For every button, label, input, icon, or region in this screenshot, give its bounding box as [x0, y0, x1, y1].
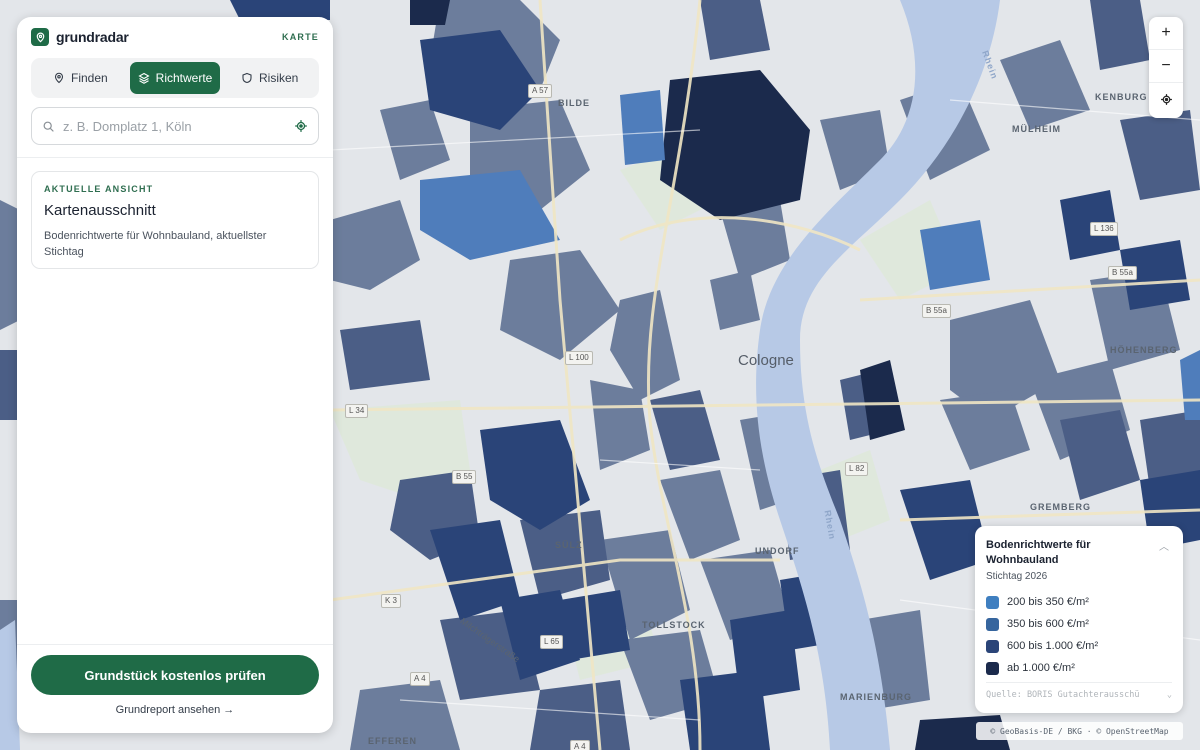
brand-name: grundradar	[56, 29, 129, 45]
legend-subtitle: Stichtag 2026	[986, 571, 1048, 582]
tab-richtwerte[interactable]: Richtwerte	[129, 62, 221, 94]
district-label: SÜLZ	[555, 540, 583, 550]
district-label: GREMBERG	[1030, 502, 1092, 512]
brand[interactable]: grundradar	[31, 28, 129, 46]
shield-icon	[242, 72, 252, 84]
road-badge: L 34	[345, 404, 369, 418]
tab-label: Richtwerte	[155, 71, 213, 85]
road-badge: L 82	[845, 462, 869, 476]
chevron-down-icon: ⌄	[1166, 690, 1172, 700]
minus-icon: −	[1161, 57, 1171, 74]
legend-item-label: 350 bis 600 €/m²	[1007, 618, 1089, 630]
locate-me-button[interactable]	[1149, 83, 1183, 116]
legend-panel: Bodenrichtwerte für Wohnbauland ︿ Sticht…	[975, 526, 1183, 713]
sidebar-panel: grundradar KARTE Finden Richtwerte Risik…	[17, 17, 333, 733]
district-label: MÜLHEIM	[1012, 124, 1061, 134]
legend-source-text: Quelle: BORIS Gutachterausschü	[986, 690, 1140, 700]
legend-swatch	[986, 617, 999, 631]
legend-swatch	[986, 595, 999, 609]
current-view-card[interactable]: AKTUELLE ANSICHT Kartenausschnitt Bodenr…	[31, 171, 319, 269]
view-report-link[interactable]: Grundreport ansehen →	[17, 704, 333, 716]
tab-finden[interactable]: Finden	[35, 62, 126, 94]
legend-swatch	[986, 661, 999, 675]
locate-icon[interactable]	[294, 119, 308, 133]
road-badge: L 136	[1090, 222, 1118, 236]
district-label: TOLLSTOCK	[642, 620, 706, 630]
legend-item: ab 1.000 €/m²	[986, 657, 1172, 679]
card-description: Bodenrichtwerte für Wohnbauland, aktuell…	[44, 230, 267, 258]
plus-icon: +	[1161, 24, 1171, 41]
road-badge: B 55a	[1108, 266, 1137, 280]
district-label: KENBURG	[1095, 92, 1148, 102]
layers-icon	[138, 72, 150, 84]
road-badge: A 4	[410, 672, 430, 686]
divider	[17, 644, 333, 645]
tab-label: Risiken	[259, 71, 299, 85]
road-badge: A 4	[570, 740, 590, 750]
legend-swatch	[986, 639, 999, 653]
road-badge: B 55	[452, 470, 477, 484]
district-label: MARIENBURG	[840, 692, 912, 702]
card-title: Kartenausschnitt	[44, 202, 156, 219]
crosshair-icon	[1160, 94, 1172, 105]
district-label: UNDORF	[755, 546, 800, 556]
search-icon	[43, 121, 54, 132]
road-badge: L 100	[565, 351, 593, 365]
road-badge: A 57	[528, 84, 553, 98]
road-badge: B 55a	[922, 304, 951, 318]
collapse-chevron-icon[interactable]: ︿	[1159, 538, 1169, 553]
search-input[interactable]	[63, 118, 286, 134]
zoom-out-button[interactable]: −	[1149, 50, 1183, 83]
legend-source[interactable]: Quelle: BORIS Gutachterausschü ⌄	[986, 682, 1172, 700]
zoom-in-button[interactable]: +	[1149, 17, 1183, 50]
brand-logo-icon	[31, 28, 49, 46]
district-label: HÖHENBERG	[1110, 345, 1178, 355]
card-eyebrow: AKTUELLE ANSICHT	[44, 184, 154, 194]
city-label: Cologne	[738, 352, 794, 369]
legend-title: Bodenrichtwerte für Wohnbauland	[986, 539, 1091, 566]
district-label: EFFEREN	[368, 736, 418, 746]
legend-item-label: ab 1.000 €/m²	[1007, 662, 1075, 674]
tab-label: Finden	[70, 71, 108, 85]
legend-item: 200 bis 350 €/m²	[986, 591, 1172, 613]
district-label: BILDE	[558, 98, 590, 108]
check-property-button[interactable]: Grundstück kostenlos prüfen	[31, 655, 319, 695]
legend-item: 600 bis 1.000 €/m²	[986, 635, 1172, 657]
legend-item-label: 600 bis 1.000 €/m²	[1007, 640, 1099, 652]
map-mode-link[interactable]: KARTE	[282, 32, 319, 42]
map-pin-icon	[54, 72, 64, 84]
map-attribution[interactable]: © GeoBasis-DE / BKG · © OpenStreetMap	[976, 722, 1183, 740]
tab-bar: Finden Richtwerte Risiken	[31, 58, 319, 98]
tab-risiken[interactable]: Risiken	[224, 62, 315, 94]
divider	[17, 157, 333, 158]
legend-item-label: 200 bis 350 €/m²	[1007, 596, 1089, 608]
road-badge: L 65	[540, 635, 564, 649]
legend-list: 200 bis 350 €/m² 350 bis 600 €/m² 600 bi…	[986, 591, 1172, 679]
road-badge: K 3	[381, 594, 402, 608]
map-controls: + −	[1149, 17, 1183, 118]
search-box	[31, 107, 319, 145]
legend-item: 350 bis 600 €/m²	[986, 613, 1172, 635]
